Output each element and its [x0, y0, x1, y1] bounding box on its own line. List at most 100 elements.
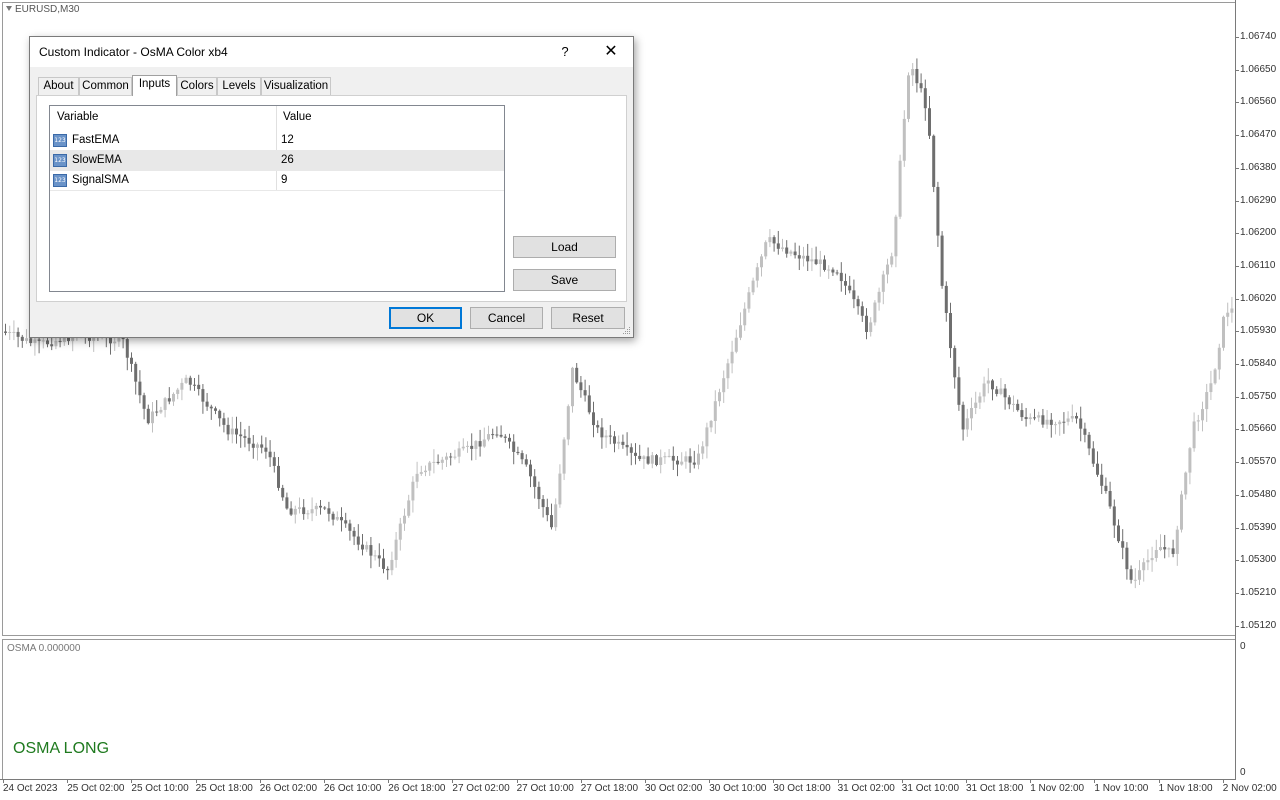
tab-common[interactable]: Common — [79, 77, 132, 95]
help-button[interactable]: ? — [550, 41, 580, 63]
candle — [436, 454, 440, 465]
candle — [495, 426, 499, 438]
candle — [16, 327, 20, 348]
candle — [348, 519, 352, 541]
candle — [382, 548, 385, 574]
candle — [974, 391, 978, 415]
candle — [314, 502, 318, 516]
candle — [356, 524, 360, 551]
price-tick — [1235, 527, 1239, 529]
candle — [1049, 413, 1053, 438]
candle — [487, 425, 490, 442]
candle — [1087, 432, 1091, 456]
candle — [768, 229, 772, 248]
candle — [390, 551, 394, 576]
candle — [298, 497, 301, 514]
candle — [167, 387, 171, 405]
candle — [25, 329, 28, 344]
candle — [865, 308, 868, 340]
tab-levels[interactable]: Levels — [217, 77, 261, 95]
candle — [995, 386, 999, 397]
candle — [1117, 519, 1120, 543]
candle — [340, 507, 343, 532]
candle — [789, 249, 793, 257]
candle — [251, 435, 255, 459]
candle — [558, 464, 562, 508]
candle — [600, 418, 604, 449]
candle — [793, 242, 797, 259]
candle — [739, 312, 742, 341]
candle — [852, 279, 856, 309]
subwindow-axis-top: 0 — [1240, 641, 1246, 652]
candle — [466, 441, 469, 453]
resize-grip-icon[interactable] — [623, 327, 631, 335]
candle — [1075, 412, 1078, 424]
candle — [978, 392, 982, 409]
candle — [285, 492, 289, 510]
candle — [650, 451, 654, 469]
candle — [1020, 403, 1024, 421]
variable-value[interactable]: 12 — [281, 134, 294, 146]
candle — [272, 451, 276, 473]
candle — [235, 416, 238, 444]
ok-button[interactable]: OK — [389, 307, 462, 329]
price-tick — [1235, 592, 1239, 594]
candle — [1213, 368, 1217, 385]
price-label: 1.05840 — [1240, 358, 1277, 369]
variable-value[interactable]: 26 — [281, 154, 294, 166]
input-row-signalsma[interactable]: 123 SignalSMA 9 — [50, 171, 504, 191]
candle — [831, 267, 835, 277]
candle — [499, 425, 503, 438]
load-button[interactable]: Load — [513, 236, 616, 258]
candle — [915, 58, 919, 93]
candle — [902, 110, 906, 167]
time-label: 24 Oct 2023 — [3, 783, 58, 794]
candle — [856, 295, 860, 315]
candle — [743, 302, 747, 331]
candle — [1205, 383, 1209, 422]
price-label: 1.06020 — [1240, 292, 1277, 304]
candle — [890, 252, 894, 268]
variable-name: SignalSMA — [72, 174, 129, 186]
candle — [550, 503, 553, 530]
candle — [180, 378, 184, 401]
time-label: 1 Nov 10:00 — [1094, 783, 1149, 794]
price-tick — [1235, 265, 1239, 267]
candle — [655, 454, 658, 467]
candle — [1180, 490, 1183, 533]
candle — [277, 457, 280, 491]
input-row-fastema[interactable]: 123 FastEMA 12 — [50, 131, 504, 151]
reset-button[interactable]: Reset — [551, 307, 625, 329]
cancel-button[interactable]: Cancel — [470, 307, 543, 329]
input-row-slowema[interactable]: 123 SlowEMA 26 — [50, 151, 504, 171]
column-header-variable[interactable]: Variable — [57, 111, 98, 123]
tab-visualization[interactable]: Visualization — [261, 77, 331, 95]
save-button[interactable]: Save — [513, 269, 616, 291]
tab-inputs[interactable]: Inputs — [132, 75, 177, 96]
price-label: 1.05390 — [1240, 521, 1277, 533]
candle — [1226, 302, 1230, 327]
candle — [873, 300, 877, 326]
dialog-titlebar[interactable]: Custom Indicator - OsMA Color xb4 ? ✕ — [30, 37, 633, 67]
candle — [386, 566, 390, 580]
candle — [142, 392, 146, 420]
candle — [928, 96, 931, 139]
candle — [377, 543, 381, 567]
column-header-value[interactable]: Value — [283, 111, 312, 123]
candle — [159, 406, 163, 414]
tab-colors[interactable]: Colors — [177, 77, 217, 95]
candle — [503, 434, 507, 443]
variable-value[interactable]: 9 — [281, 174, 287, 186]
candle — [1222, 315, 1225, 351]
close-button[interactable]: ✕ — [593, 41, 629, 63]
candle — [579, 376, 583, 398]
variable-name: SlowEMA — [72, 154, 122, 166]
candle — [1154, 539, 1158, 562]
candle — [1184, 471, 1188, 500]
candle — [663, 452, 667, 464]
time-label: 30 Oct 18:00 — [773, 783, 831, 794]
price-tick — [1235, 233, 1239, 235]
tab-about[interactable]: About — [38, 77, 79, 95]
time-label: 1 Nov 02:00 — [1030, 783, 1085, 794]
inputs-grid[interactable]: Variable Value 123 FastEMA 12 123 SlowEM… — [49, 105, 505, 292]
